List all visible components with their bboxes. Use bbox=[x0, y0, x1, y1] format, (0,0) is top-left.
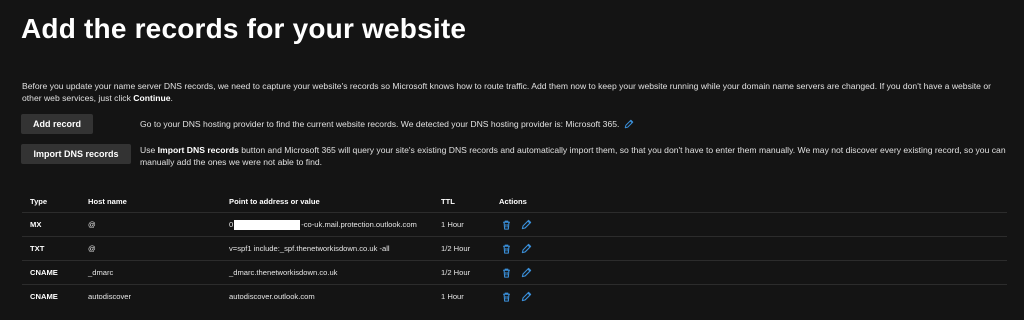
table-row: MX @0 -co-uk.mail.protection.outlook.com 1 … bbox=[22, 212, 1007, 236]
intro-text: Before you update your name server DNS r… bbox=[22, 80, 1007, 104]
pencil-icon[interactable] bbox=[519, 290, 533, 304]
point-to-text: -co-uk.mail.protection.outlook.com bbox=[301, 220, 417, 229]
trash-icon[interactable] bbox=[499, 242, 513, 256]
trash-icon[interactable] bbox=[499, 218, 513, 232]
row-actions bbox=[499, 285, 539, 308]
ttl-value: 1/2 Hour bbox=[441, 244, 471, 253]
dns-records-table: Type Host name Point to address or value… bbox=[22, 190, 1007, 308]
host-name: @ bbox=[88, 244, 96, 253]
row-actions bbox=[499, 213, 539, 236]
add-record-description: Go to your DNS hosting provider to find … bbox=[140, 118, 740, 132]
host-name: autodiscover bbox=[88, 292, 132, 301]
pencil-icon[interactable] bbox=[519, 266, 533, 280]
point-to-value: v=spf1 include:_spf.thenetworkisdown.co.… bbox=[229, 237, 390, 260]
point-to-value: _dmarc.thenetworkisdown.co.uk bbox=[229, 261, 337, 284]
ttl-value: 1 Hour bbox=[441, 292, 464, 301]
add-record-description-text: Go to your DNS hosting provider to find … bbox=[140, 119, 620, 129]
header-ttl: TTL bbox=[441, 196, 455, 206]
redacted-block bbox=[234, 219, 301, 230]
record-type: CNAME bbox=[30, 292, 58, 301]
record-type: CNAME bbox=[30, 268, 58, 277]
continue-emphasis: Continue bbox=[133, 93, 171, 103]
pencil-icon[interactable] bbox=[519, 242, 533, 256]
host-name: _dmarc bbox=[88, 268, 114, 277]
pencil-icon[interactable] bbox=[519, 218, 533, 232]
point-to-prefix: 0 bbox=[229, 220, 234, 229]
header-actions: Actions bbox=[499, 196, 527, 206]
record-type: TXT bbox=[30, 244, 45, 253]
table-row: CNAME autodiscover autodiscover.outlook.co… bbox=[22, 284, 1007, 308]
table-row: CNAME _dmarc _dmarc.thenetworkisdown.co.uk… bbox=[22, 260, 1007, 284]
pencil-icon[interactable] bbox=[624, 119, 634, 132]
record-type: MX bbox=[30, 220, 42, 229]
row-actions bbox=[499, 237, 539, 260]
table-body: MX @0 -co-uk.mail.protection.outlook.com 1 … bbox=[22, 212, 1007, 308]
point-to-value: autodiscover.outlook.com bbox=[229, 285, 315, 308]
point-to-text: v=spf1 include:_spf.thenetworkisdown.co.… bbox=[229, 244, 390, 253]
trash-icon[interactable] bbox=[499, 290, 513, 304]
point-to-text: autodiscover.outlook.com bbox=[229, 292, 315, 301]
header-host-name: Host name bbox=[88, 196, 127, 206]
import-dns-records-button[interactable]: Import DNS records bbox=[21, 144, 131, 164]
trash-icon[interactable] bbox=[499, 266, 513, 280]
ttl-value: 1 Hour bbox=[441, 220, 464, 229]
table-header: Type Host name Point to address or value… bbox=[22, 190, 1007, 212]
header-point-to: Point to address or value bbox=[229, 196, 320, 206]
ttl-value: 1/2 Hour bbox=[441, 268, 471, 277]
point-to-value: 0 -co-uk.mail.protection.outlook.com bbox=[229, 213, 417, 236]
import-description-rest: button and Microsoft 365 will query your… bbox=[140, 145, 1006, 167]
intro-text-end: . bbox=[170, 93, 173, 103]
row-actions bbox=[499, 261, 539, 284]
add-record-button[interactable]: Add record bbox=[21, 114, 93, 134]
host-name: @ bbox=[88, 220, 96, 229]
import-description-prefix: Use bbox=[140, 145, 158, 155]
header-type: Type bbox=[30, 196, 48, 206]
table-row: TXT @ v=spf1 include:_spf.thenetworkisdown… bbox=[22, 236, 1007, 260]
import-description: Use Import DNS records button and Micros… bbox=[140, 144, 1010, 168]
point-to-text: _dmarc.thenetworkisdown.co.uk bbox=[229, 268, 338, 277]
import-description-emphasis: Import DNS records bbox=[157, 145, 239, 155]
page-title: Add the records for your website bbox=[21, 13, 467, 44]
